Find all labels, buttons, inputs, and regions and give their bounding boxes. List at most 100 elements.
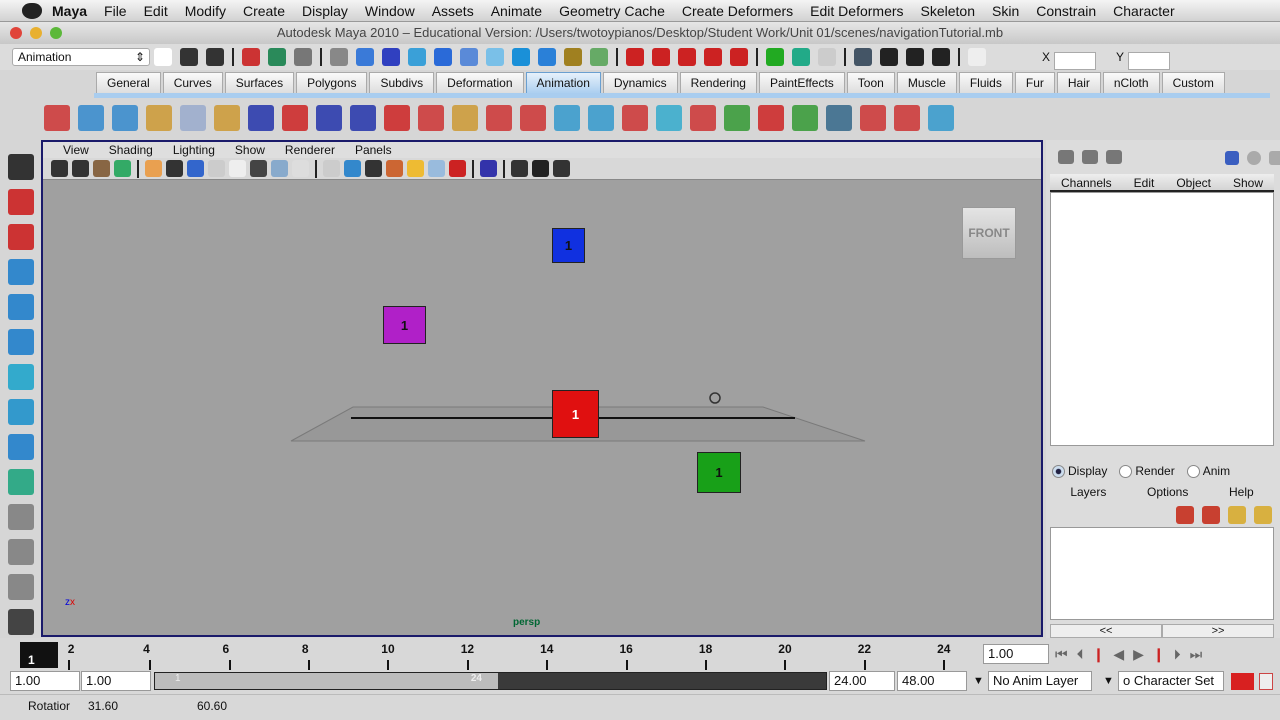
status-tool-icon[interactable] xyxy=(434,48,452,66)
status-tool-icon[interactable] xyxy=(330,48,348,66)
shelf-tool-icon[interactable] xyxy=(486,105,512,131)
status-tool-icon[interactable] xyxy=(792,48,810,66)
playback-start-field[interactable]: 1.00 xyxy=(81,671,151,691)
shelf-tool-icon[interactable] xyxy=(350,105,376,131)
minimize-icon[interactable] xyxy=(30,27,42,39)
current-time-field[interactable]: 1.00 xyxy=(983,644,1049,664)
layer-icon[interactable] xyxy=(1228,506,1246,524)
toolbox-tool-icon[interactable] xyxy=(8,189,34,215)
channel-menu-edit[interactable]: Edit xyxy=(1134,174,1155,190)
range-slider[interactable]: 1 24 xyxy=(154,672,827,690)
status-tool-icon[interactable] xyxy=(242,48,260,66)
panel-tool-icon[interactable] xyxy=(208,160,225,177)
status-tool-icon[interactable] xyxy=(154,48,172,66)
status-tool-icon[interactable] xyxy=(590,48,608,66)
status-tool-icon[interactable] xyxy=(678,48,696,66)
menu-animate[interactable]: Animate xyxy=(491,3,542,19)
menu-window[interactable]: Window xyxy=(365,3,415,19)
shelf-tab-custom[interactable]: Custom xyxy=(1161,72,1225,94)
step-forward-key-icon[interactable]: ⏵ xyxy=(1174,646,1181,663)
end-time-field[interactable]: 48.00 xyxy=(897,671,967,691)
status-tool-icon[interactable] xyxy=(356,48,374,66)
shelf-tool-icon[interactable] xyxy=(78,105,104,131)
sphere-icon[interactable] xyxy=(1247,151,1261,165)
panel-tool-icon[interactable] xyxy=(480,160,497,177)
menu-display[interactable]: Display xyxy=(302,3,348,19)
menu-create-deformers[interactable]: Create Deformers xyxy=(682,3,793,19)
layer-menu-layers[interactable]: Layers xyxy=(1070,485,1106,499)
menu-skeleton[interactable]: Skeleton xyxy=(921,3,975,19)
shelf-tool-icon[interactable] xyxy=(282,105,308,131)
panel-tool-icon[interactable] xyxy=(344,160,361,177)
shelf-tab-dynamics[interactable]: Dynamics xyxy=(602,72,678,94)
panel-tool-icon[interactable] xyxy=(323,160,340,177)
new-layer-icon[interactable] xyxy=(1176,506,1194,524)
panel-tool-icon[interactable] xyxy=(229,160,246,177)
status-tool-icon[interactable] xyxy=(538,48,556,66)
shelf-tool-icon[interactable] xyxy=(758,105,784,131)
shelf-tool-icon[interactable] xyxy=(520,105,546,131)
shelf-tool-icon[interactable] xyxy=(452,105,478,131)
channel-layer-icon[interactable] xyxy=(1106,150,1122,164)
layer-mode-render[interactable]: Render xyxy=(1119,464,1175,478)
cube-purple[interactable]: 1 xyxy=(383,306,426,344)
status-tool-icon[interactable] xyxy=(880,48,898,66)
cube-red[interactable]: 1 xyxy=(552,390,599,438)
panel-menu-show[interactable]: Show xyxy=(235,142,265,158)
shelf-tab-polygons[interactable]: Polygons xyxy=(296,72,368,94)
arrow-icon[interactable] xyxy=(1269,151,1280,165)
panel-tool-icon[interactable] xyxy=(72,160,89,177)
toolbox-tool-icon[interactable] xyxy=(8,504,34,530)
attribute-editor-icon[interactable] xyxy=(1082,150,1098,164)
shelf-tab-hair[interactable]: Hair xyxy=(1056,72,1101,94)
panel-tool-icon[interactable] xyxy=(292,160,309,177)
playback-end-field[interactable]: 24.00 xyxy=(829,671,895,691)
panel-tool-icon[interactable] xyxy=(553,160,570,177)
preferences-icon[interactable] xyxy=(1259,673,1273,690)
shelf-tool-icon[interactable] xyxy=(384,105,410,131)
status-tool-icon[interactable] xyxy=(512,48,530,66)
go-to-end-icon[interactable]: ⏭ xyxy=(1190,646,1203,663)
menu-file[interactable]: File xyxy=(104,3,127,19)
shelf-tab-animation[interactable]: Animation xyxy=(525,72,601,94)
status-tool-icon[interactable] xyxy=(854,48,872,66)
view-cube[interactable]: FRONT xyxy=(962,207,1016,259)
shelf-tab-painteffects[interactable]: PaintEffects xyxy=(758,72,845,94)
apple-icon[interactable] xyxy=(22,2,42,19)
shelf-tool-icon[interactable] xyxy=(146,105,172,131)
shelf-tool-icon[interactable] xyxy=(724,105,750,131)
y-field[interactable] xyxy=(1128,52,1171,70)
status-tool-icon[interactable] xyxy=(460,48,478,66)
layer-selected-icon[interactable] xyxy=(1254,506,1272,524)
status-tool-icon[interactable] xyxy=(766,48,784,66)
status-tool-icon[interactable] xyxy=(564,48,582,66)
channel-menu-channels[interactable]: Channels xyxy=(1061,174,1112,190)
panel-tool-icon[interactable] xyxy=(428,160,445,177)
time-slider[interactable]: 1 2 4 6 8 10 12 14 16 18 20 22 24 xyxy=(20,640,1040,670)
menu-modify[interactable]: Modify xyxy=(185,3,226,19)
character-set-field[interactable]: o Character Set xyxy=(1118,671,1224,691)
zoom-icon[interactable] xyxy=(50,27,62,39)
shelf-tool-icon[interactable] xyxy=(928,105,954,131)
toolbox-tool-icon[interactable] xyxy=(8,294,34,320)
menu-constrain[interactable]: Constrain xyxy=(1036,3,1096,19)
shelf-tool-icon[interactable] xyxy=(112,105,138,131)
x-field[interactable] xyxy=(1054,52,1097,70)
shelf-tab-ncloth[interactable]: nCloth xyxy=(1102,72,1160,94)
toolbox-tool-icon[interactable] xyxy=(8,154,34,180)
panel-menu-view[interactable]: View xyxy=(63,142,89,158)
channel-menu-show[interactable]: Show xyxy=(1233,174,1263,190)
channel-menu-object[interactable]: Object xyxy=(1176,174,1211,190)
status-tool-icon[interactable] xyxy=(206,48,224,66)
panel-tool-icon[interactable] xyxy=(187,160,204,177)
panel-tool-icon[interactable] xyxy=(449,160,466,177)
menu-maya[interactable]: Maya xyxy=(52,3,87,19)
status-tool-icon[interactable] xyxy=(652,48,670,66)
panel-tool-icon[interactable] xyxy=(271,160,288,177)
prev-button[interactable]: << xyxy=(1050,624,1162,638)
viewport-panel[interactable]: View Shading Lighting Show Renderer Panels 1 … xyxy=(41,140,1043,637)
menu-edit-deformers[interactable]: Edit Deformers xyxy=(810,3,903,19)
panel-tool-icon[interactable] xyxy=(145,160,162,177)
panel-menu-renderer[interactable]: Renderer xyxy=(285,142,335,158)
menu-set-dropdown[interactable]: Animation ⇕ xyxy=(12,48,150,66)
